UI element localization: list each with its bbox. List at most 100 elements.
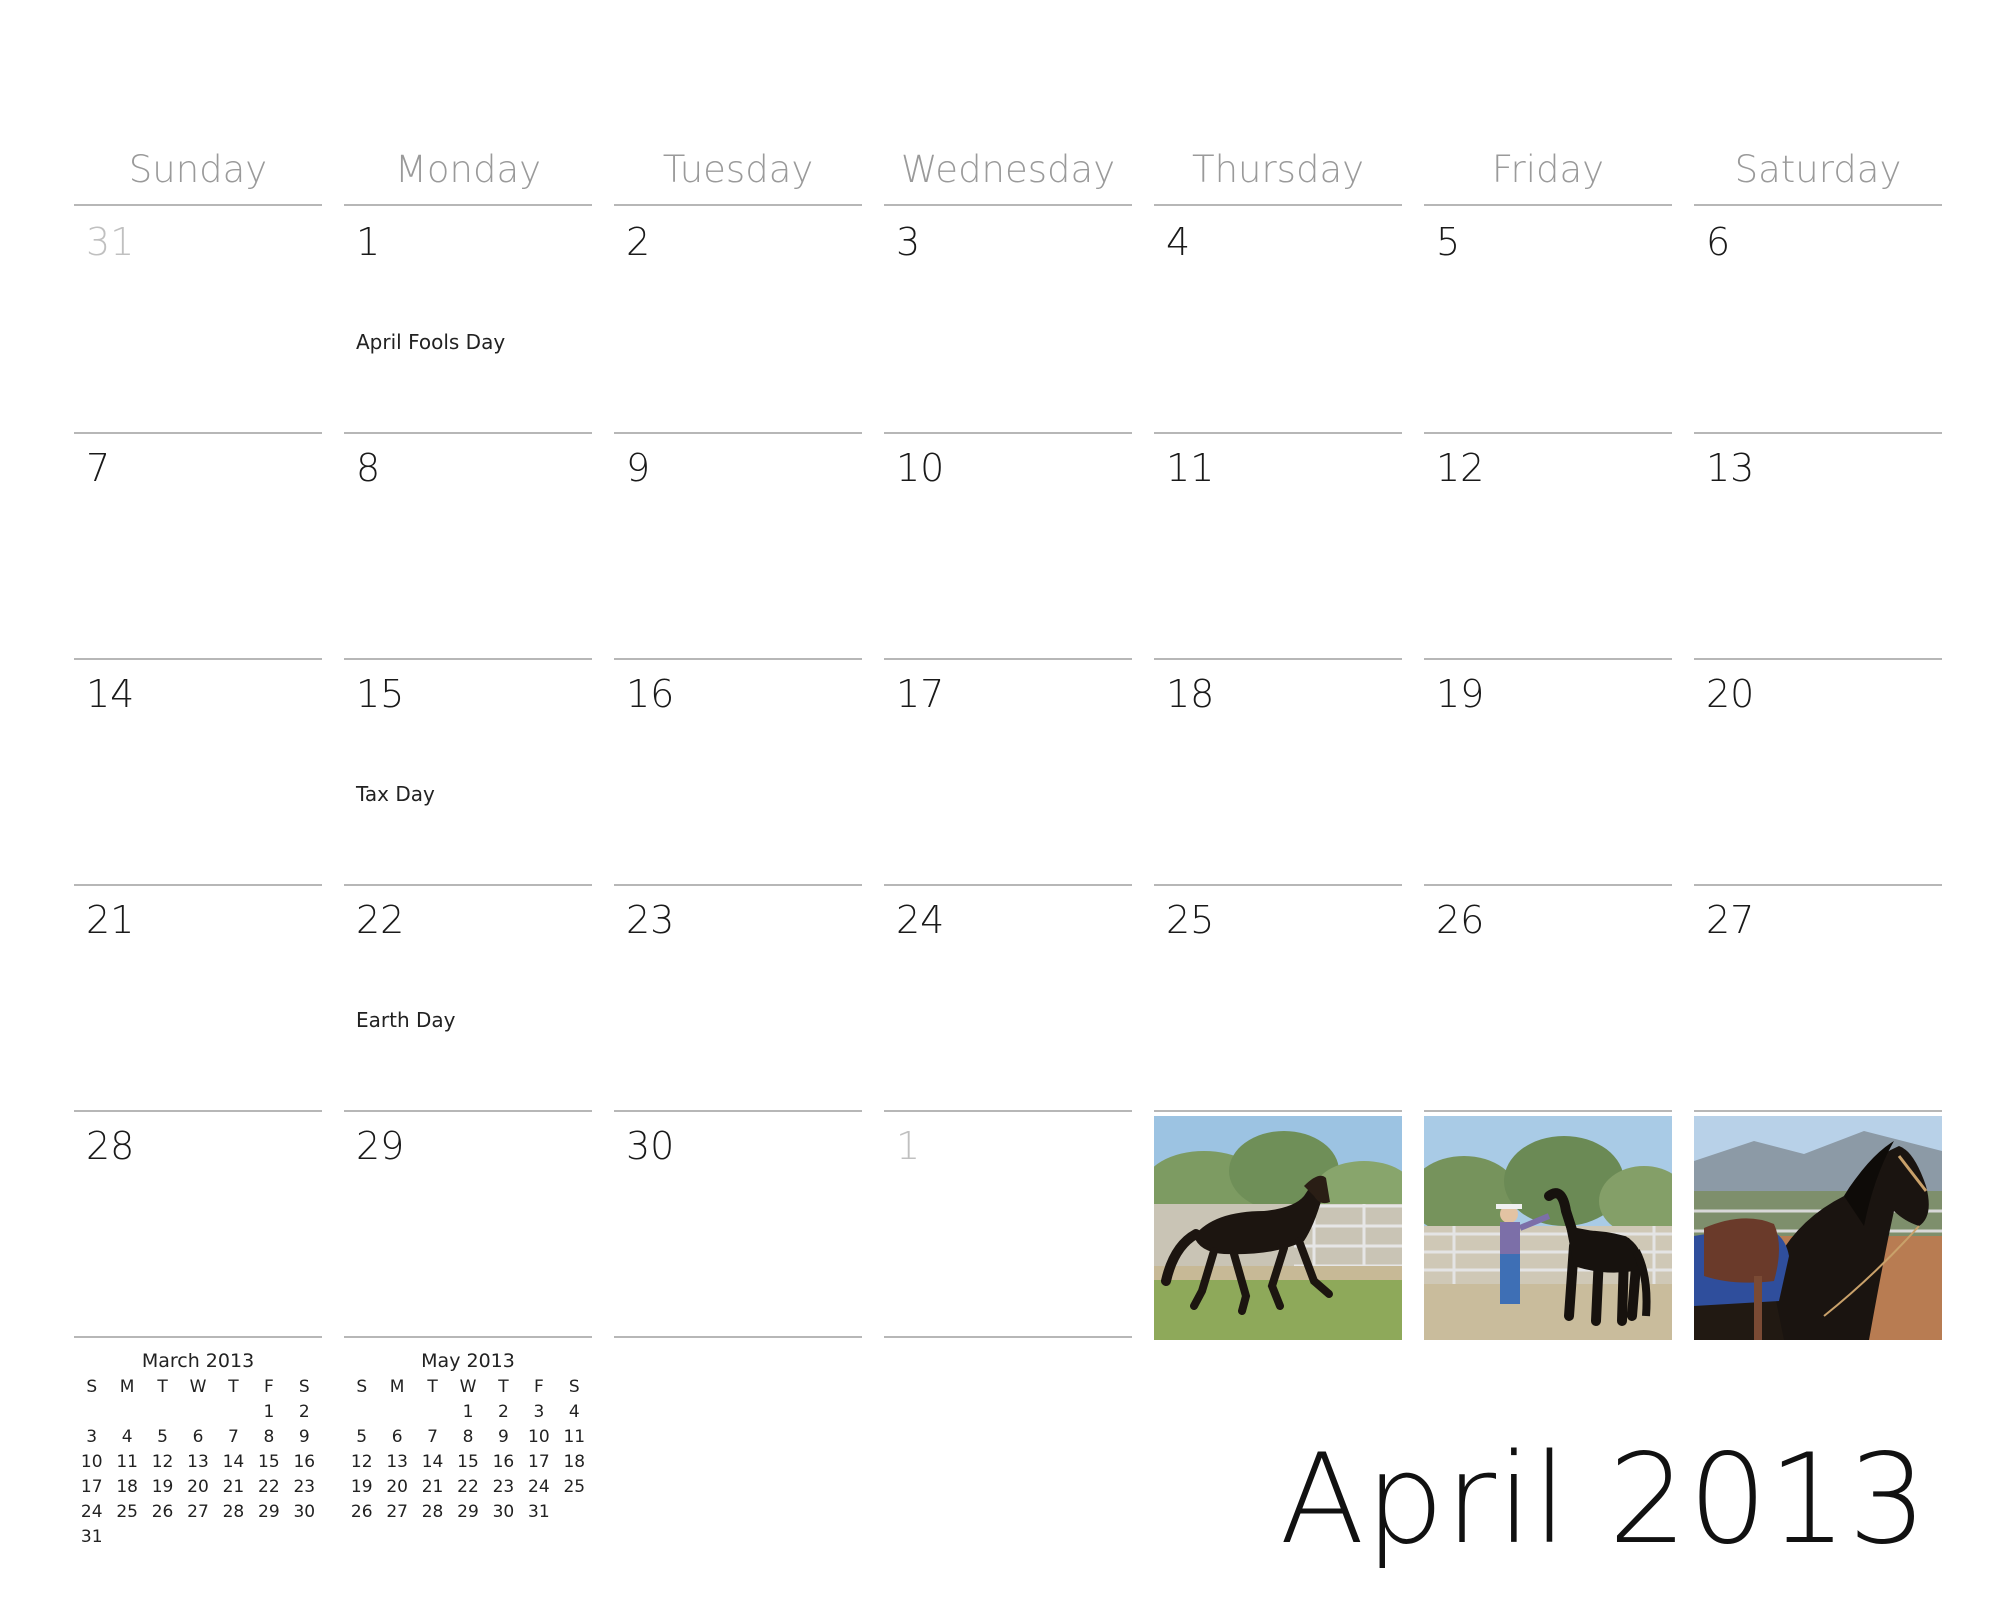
- mini-calendar-days: S M T W T F S 1 2 3 4 5 6 7 8 9 10 11 12 13 14 15 16 17 18 19 20 21…: [74, 1376, 322, 1548]
- day-number: 16: [626, 672, 675, 716]
- day-cell[interactable]: 3: [884, 208, 1132, 434]
- day-number: 20: [1706, 672, 1755, 716]
- mini-day: 3: [533, 1402, 545, 1422]
- mini-day: 23: [492, 1477, 515, 1497]
- day-cell[interactable]: 19: [1424, 660, 1672, 886]
- day-cell[interactable]: 10: [884, 434, 1132, 660]
- day-cell[interactable]: 9: [614, 434, 862, 660]
- mini-day: 10: [80, 1452, 103, 1472]
- mini-weekday: S: [356, 1377, 368, 1397]
- photo-man-with-horse: [1424, 1116, 1672, 1340]
- mini-day: 27: [187, 1502, 209, 1522]
- mini-day: 2: [498, 1402, 509, 1422]
- mini-day: 30: [492, 1502, 515, 1522]
- mini-day: 13: [386, 1452, 408, 1472]
- mini-weekday: T: [228, 1377, 239, 1397]
- day-number: 22: [356, 898, 405, 942]
- day-cell[interactable]: 13: [1694, 434, 1942, 660]
- day-cell[interactable]: 25: [1154, 886, 1402, 1112]
- day-number: 2: [626, 220, 651, 264]
- mini-day: 10: [528, 1427, 550, 1447]
- mini-day: [251, 1526, 286, 1548]
- day-cell[interactable]: 6: [1694, 208, 1942, 434]
- day-number: 17: [896, 672, 945, 716]
- mini-day: 20: [187, 1477, 209, 1497]
- day-cell[interactable]: 1: [884, 1112, 1132, 1338]
- mini-day: 4: [568, 1402, 580, 1422]
- mini-weekday: F: [533, 1377, 544, 1397]
- mini-day: 4: [121, 1427, 133, 1447]
- day-cell[interactable]: 5: [1424, 208, 1672, 434]
- day-cell[interactable]: 4: [1154, 208, 1402, 434]
- day-cell[interactable]: 18: [1154, 660, 1402, 886]
- mini-day: 19: [151, 1477, 174, 1497]
- day-cell[interactable]: 11: [1154, 434, 1402, 660]
- day-cell[interactable]: 7: [74, 434, 322, 660]
- event-label: Tax Day: [356, 782, 435, 806]
- mini-day: 9: [298, 1427, 310, 1447]
- mini-weekday: S: [86, 1377, 98, 1397]
- day-cell[interactable]: 23: [614, 886, 862, 1112]
- day-cell[interactable]: 27: [1694, 886, 1942, 1112]
- day-cell[interactable]: 26: [1424, 886, 1672, 1112]
- day-number: 6: [1706, 220, 1731, 264]
- mini-weekday: T: [498, 1377, 509, 1397]
- mini-day: 9: [498, 1427, 509, 1447]
- mini-weekday: T: [427, 1377, 438, 1397]
- day-cell[interactable]: 29: [344, 1112, 592, 1338]
- day-cell[interactable]: 14: [74, 660, 322, 886]
- day-number: 5: [1436, 220, 1461, 264]
- weekday-thursday: Thursday: [1154, 140, 1402, 206]
- day-number: 4: [1166, 220, 1191, 264]
- day-cell[interactable]: 20: [1694, 660, 1942, 886]
- mini-calendar-title: May 2013: [421, 1350, 515, 1372]
- mini-day: 28: [421, 1502, 444, 1522]
- day-cell[interactable]: 28: [74, 1112, 322, 1338]
- mini-day: 27: [386, 1502, 408, 1522]
- mini-day: 8: [462, 1427, 474, 1447]
- day-cell[interactable]: 17: [884, 660, 1132, 886]
- day-cell[interactable]: 15 Tax Day: [344, 660, 592, 886]
- mini-day: 15: [258, 1452, 280, 1472]
- mini-day: 7: [228, 1427, 239, 1447]
- mini-calendar-march-2013: March 2013 S M T W T F S 1 2 3 4 5 6 7 8 9 10 11 12 13 14 15 16…: [74, 1350, 322, 1548]
- mini-weekday: S: [298, 1377, 310, 1397]
- day-cell[interactable]: 2: [614, 208, 862, 434]
- day-cell[interactable]: 31: [74, 208, 322, 434]
- mini-day: 30: [293, 1502, 316, 1522]
- day-cell[interactable]: 1 April Fools Day: [344, 208, 592, 434]
- mini-day: [379, 1401, 414, 1423]
- day-number: 27: [1706, 898, 1755, 942]
- mini-day: 24: [528, 1477, 550, 1497]
- mini-day: [145, 1526, 180, 1548]
- day-number: 26: [1436, 898, 1485, 942]
- month-title: April 2013: [1279, 1428, 1928, 1572]
- weekday-sunday: Sunday: [74, 140, 322, 206]
- mini-day: [216, 1526, 251, 1548]
- day-cell[interactable]: 16: [614, 660, 862, 886]
- mini-day: 17: [80, 1477, 103, 1497]
- mini-day: 28: [222, 1502, 245, 1522]
- day-number: 21: [86, 898, 135, 942]
- mini-day: 15: [457, 1452, 479, 1472]
- day-number: 31: [86, 220, 135, 264]
- day-cell[interactable]: 21: [74, 886, 322, 1112]
- mini-calendar-days: S M T W T F S 1 2 3 4 5 6 7 8 9 10 11 12 13 14 15 16 17 18 19 20 21…: [344, 1376, 592, 1523]
- mini-day: 6: [192, 1427, 204, 1447]
- mini-day: 22: [457, 1477, 479, 1497]
- day-number: 1: [356, 220, 381, 264]
- day-number: 13: [1706, 446, 1755, 490]
- event-label: Earth Day: [356, 1008, 456, 1032]
- day-cell[interactable]: 12: [1424, 434, 1672, 660]
- day-cell[interactable]: 22 Earth Day: [344, 886, 592, 1112]
- day-number: 7: [86, 446, 111, 490]
- mini-day: 26: [151, 1502, 174, 1522]
- weekday-tuesday: Tuesday: [614, 140, 862, 206]
- mini-calendar-title: March 2013: [141, 1350, 255, 1372]
- day-cell[interactable]: 30: [614, 1112, 862, 1338]
- day-cell[interactable]: 24: [884, 886, 1132, 1112]
- mini-day: 25: [116, 1502, 138, 1522]
- mini-day: 12: [350, 1452, 373, 1472]
- day-cell[interactable]: 8: [344, 434, 592, 660]
- mini-day: 17: [528, 1452, 550, 1472]
